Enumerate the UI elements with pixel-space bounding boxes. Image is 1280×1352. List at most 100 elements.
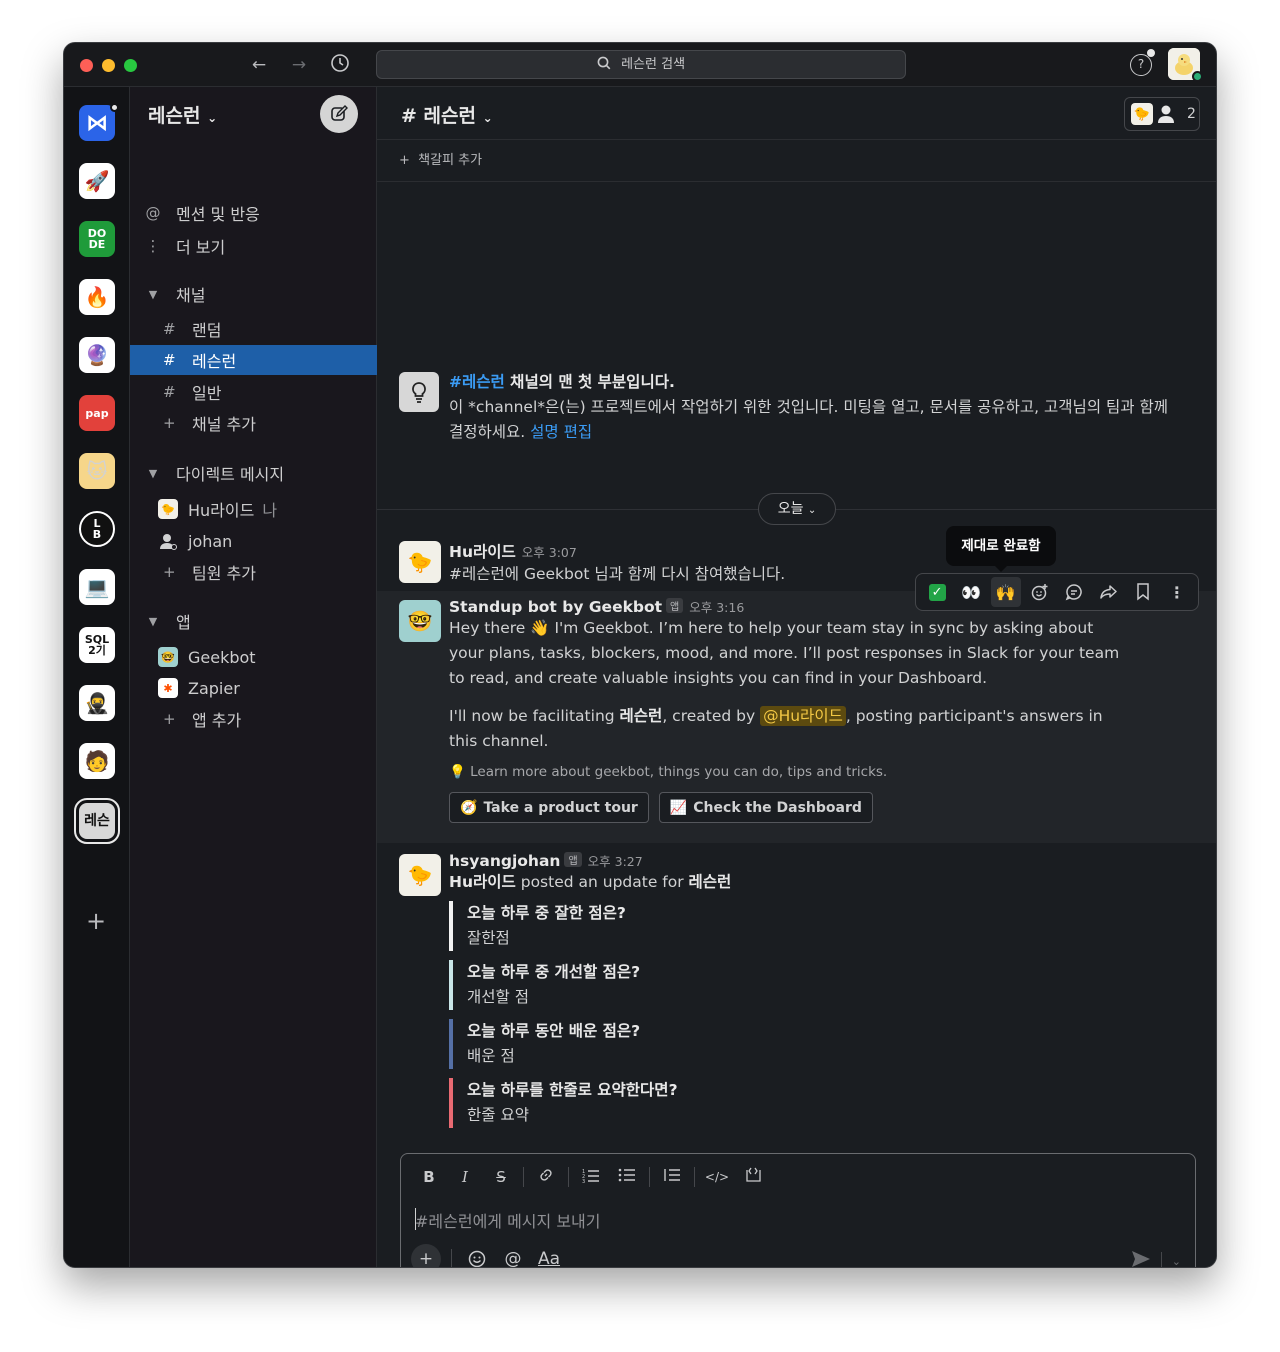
avatar[interactable]: 🤓 <box>399 600 441 642</box>
edit-description-link[interactable]: 설명 편집 <box>530 423 592 441</box>
add-reaction-icon[interactable] <box>1025 577 1055 607</box>
raised-hands-icon[interactable]: 🙌 <box>990 577 1021 607</box>
workspace-10-button[interactable]: SQL 2기 <box>79 627 115 663</box>
bullet-list-icon[interactable] <box>609 1167 645 1187</box>
workspace-12-button[interactable]: 🧑 <box>79 743 115 779</box>
hash-icon: # <box>163 351 176 369</box>
zoom-window-button[interactable] <box>124 59 137 72</box>
attach-plus-icon[interactable]: + <box>411 1244 441 1267</box>
minimize-window-button[interactable] <box>102 59 115 72</box>
message: 🐤 hsyangjohan 앱 오후 3:27 Hu라이드 posted an up… <box>377 847 1216 1137</box>
code-icon[interactable]: </> <box>699 1170 735 1184</box>
text-format-button[interactable]: Aa <box>534 1244 564 1267</box>
timestamp[interactable]: 오후 3:27 <box>588 854 643 869</box>
italic-icon[interactable]: I <box>447 1168 483 1186</box>
members-button[interactable]: 🐤 2 <box>1124 97 1200 131</box>
standup-answer: 잘한점 <box>467 929 510 947</box>
eyes-icon[interactable]: 👀 <box>956 577 986 607</box>
lb-logo-icon: L B <box>92 517 102 541</box>
compose-icon[interactable] <box>320 95 358 133</box>
channel-title[interactable]: # 레슨런 ⌄ <box>401 101 493 128</box>
avatar[interactable]: 🐤 <box>399 854 441 896</box>
sender-name[interactable]: hsyangjohan <box>449 852 560 870</box>
link-icon[interactable] <box>528 1167 564 1187</box>
channel-header: # 레슨런 ⌄ 🐤 2 <box>377 87 1216 140</box>
sidebar-item-more[interactable]: ⋮ 더 보기 <box>130 231 377 261</box>
apps-section-toggle[interactable]: ▼ 앱 <box>130 611 377 632</box>
channels-section-toggle[interactable]: ▼ 채널 <box>130 284 377 305</box>
day-jump-button[interactable]: 오늘 ⌄ <box>758 493 836 525</box>
message-input[interactable]: #레슨런에게 메시지 보내기 <box>415 1208 601 1232</box>
compass-icon: 🧭 <box>460 799 478 816</box>
user-mention[interactable]: @Hu라이드 <box>760 706 846 726</box>
blockquote-icon[interactable] <box>654 1167 690 1187</box>
send-icon[interactable] <box>1131 1250 1151 1267</box>
person-icon <box>158 531 178 551</box>
timestamp[interactable]: 오후 3:07 <box>522 545 577 560</box>
more-vertical-icon: ⋮ <box>145 237 161 255</box>
timestamp[interactable]: 오후 3:16 <box>689 600 744 615</box>
geekbot-icon: 🤓 <box>158 647 178 667</box>
workspace-3-button[interactable]: DO DE <box>79 221 115 257</box>
workspace-7-button[interactable]: 🐱 <box>79 453 115 489</box>
sidebar-item-mentions[interactable]: @ 멘션 및 반응 <box>130 198 377 228</box>
strikethrough-icon[interactable]: S <box>483 1168 519 1186</box>
add-workspace-plus-icon[interactable]: + <box>86 909 106 933</box>
avatar[interactable]: 🐤 <box>399 541 441 583</box>
workspace-8-button[interactable]: L B <box>79 511 115 547</box>
sidebar-channel-random[interactable]: # 랜덤 <box>130 314 377 344</box>
code-block-icon[interactable] <box>735 1167 771 1187</box>
search-bar[interactable]: 레슨런 검색 <box>376 50 906 79</box>
toolbar-separator <box>523 1167 524 1187</box>
workspace-4-button[interactable]: 🔥 <box>79 279 115 315</box>
sidebar-app-zapier[interactable]: ✱ Zapier <box>130 673 377 703</box>
sender-name[interactable]: Hu라이드 <box>449 543 516 561</box>
ordered-list-icon[interactable]: 123 <box>573 1167 609 1187</box>
cat-face-icon: 🐱 <box>86 459 108 483</box>
workspace-13-button[interactable]: 레슨 <box>74 798 120 844</box>
workspace-2-button[interactable]: 🚀 <box>79 163 115 199</box>
share-icon[interactable] <box>1093 577 1123 607</box>
message-text: Hey there 👋 I'm Geekbot. I’m here to hel… <box>449 619 1120 687</box>
workspace-6-button[interactable]: pap <box>79 395 115 431</box>
sql-logo-icon: SQL 2기 <box>84 633 110 657</box>
sidebar-channel-general[interactable]: # 일반 <box>130 377 377 407</box>
dashboard-button[interactable]: 📈 Check the Dashboard <box>658 792 873 823</box>
check-mark-icon[interactable]: ✓ <box>922 577 952 607</box>
history-clock-icon[interactable] <box>328 53 352 77</box>
close-window-button[interactable] <box>80 59 93 72</box>
workspace-5-button[interactable]: 🔮 <box>79 337 115 373</box>
chevron-down-icon[interactable]: ⌄ <box>1172 1255 1181 1268</box>
sidebar-dm-hu-ride[interactable]: 🐤 Hu라이드 나 <box>130 494 377 524</box>
channel-link[interactable]: #레슨런 <box>449 373 505 391</box>
sender-name[interactable]: Standup bot by Geekbot <box>449 598 662 616</box>
reply-thread-icon[interactable] <box>1059 577 1089 607</box>
rocket-icon: 🚀 <box>84 169 110 193</box>
sidebar-dm-johan[interactable]: johan <box>130 526 377 556</box>
emoji-icon[interactable] <box>462 1244 492 1267</box>
fire-icon: 🔥 <box>84 285 110 309</box>
add-bookmark-button[interactable]: + 책갈피 추가 <box>377 140 1216 182</box>
sidebar-channel-lessonrun[interactable]: # 레슨런 <box>130 345 377 375</box>
workspace-11-button[interactable]: 🥷 <box>79 685 115 721</box>
workspace-name[interactable]: 레슨런 ⌄ <box>148 101 217 128</box>
more-icon[interactable]: ⋮ <box>1162 577 1192 607</box>
caret-down-icon: ▼ <box>148 614 158 628</box>
sidebar-app-geekbot[interactable]: 🤓 Geekbot <box>130 642 377 672</box>
help-icon[interactable]: ? <box>1130 54 1152 76</box>
add-app-button[interactable]: + 앱 추가 <box>130 704 377 734</box>
mention-at-icon[interactable]: @ <box>498 1244 528 1267</box>
bold-icon[interactable]: B <box>411 1168 447 1186</box>
add-member-button[interactable]: + 팀원 추가 <box>130 557 377 587</box>
product-tour-button[interactable]: 🧭 Take a product tour <box>449 792 649 823</box>
hash-icon: # <box>163 383 176 401</box>
search-label: 레슨런 검색 <box>621 57 686 72</box>
channel-sidebar: 레슨런 ⌄ @ 멘션 및 반응 ⋮ 더 보기 ▼ 채널 # 랜덤 # 레슨런 # 일반 + 채… <box>130 87 377 1267</box>
workspace-9-button[interactable]: 💻 <box>79 569 115 605</box>
forward-arrow-icon[interactable]: → <box>287 53 311 77</box>
dm-section-toggle[interactable]: ▼ 다이렉트 메시지 <box>130 463 377 484</box>
add-channel-button[interactable]: + 채널 추가 <box>130 408 377 438</box>
back-arrow-icon[interactable]: ← <box>247 53 271 77</box>
bookmark-icon[interactable] <box>1128 577 1158 607</box>
workspace-1-button[interactable]: ⋈ <box>79 105 115 141</box>
